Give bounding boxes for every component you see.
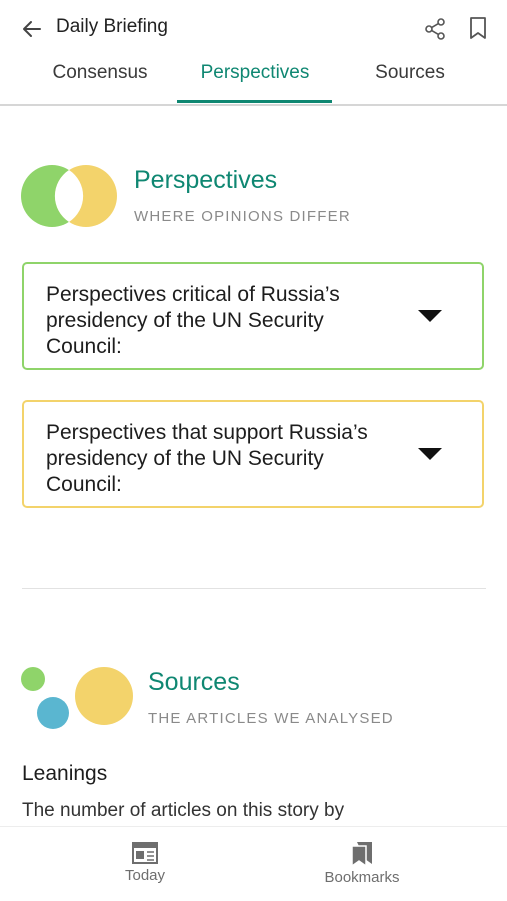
perspectives-title: Perspectives	[134, 166, 278, 194]
tab-consensus[interactable]: Consensus	[20, 62, 180, 84]
leanings-description: The number of articles on this story by	[22, 800, 345, 821]
sources-title: Sources	[148, 668, 240, 696]
perspectives-subtitle: WHERE OPINIONS DIFFER	[134, 208, 351, 225]
perspectives-icon	[21, 165, 117, 227]
active-tab-indicator	[177, 100, 332, 103]
perspective-card-label: Perspectives that support Russia’s presi…	[46, 421, 368, 496]
nav-today[interactable]: Today	[105, 837, 185, 884]
top-app-bar: Daily Briefing	[0, 0, 507, 56]
perspective-card-critical[interactable]: Perspectives critical of Russia’s presid…	[22, 262, 484, 370]
leanings-heading: Leanings	[22, 762, 108, 785]
nav-today-label: Today	[124, 867, 166, 884]
page-title: Daily Briefing	[56, 16, 168, 37]
tab-bar: Consensus Perspectives Sources	[0, 56, 507, 106]
bookmark-icon[interactable]	[467, 16, 489, 40]
caret-down-icon[interactable]	[418, 310, 442, 322]
sources-icon	[21, 667, 133, 729]
tab-sources[interactable]: Sources	[332, 62, 488, 84]
caret-down-icon[interactable]	[418, 448, 442, 460]
bottom-navigation: Today Bookmarks	[0, 826, 507, 901]
nav-bookmarks[interactable]: Bookmarks	[310, 837, 414, 886]
perspective-card-label: Perspectives critical of Russia’s presid…	[46, 283, 340, 358]
tab-perspectives[interactable]: Perspectives	[178, 62, 332, 84]
share-icon[interactable]	[423, 17, 447, 41]
newspaper-icon	[132, 842, 158, 864]
sources-subtitle: THE ARTICLES WE ANALYSED	[148, 710, 394, 727]
arrow-left-icon[interactable]	[20, 17, 44, 41]
perspective-card-support[interactable]: Perspectives that support Russia’s presi…	[22, 400, 484, 508]
section-divider	[22, 588, 486, 589]
bookmarks-icon	[351, 842, 372, 867]
nav-bookmarks-label: Bookmarks	[324, 869, 400, 886]
